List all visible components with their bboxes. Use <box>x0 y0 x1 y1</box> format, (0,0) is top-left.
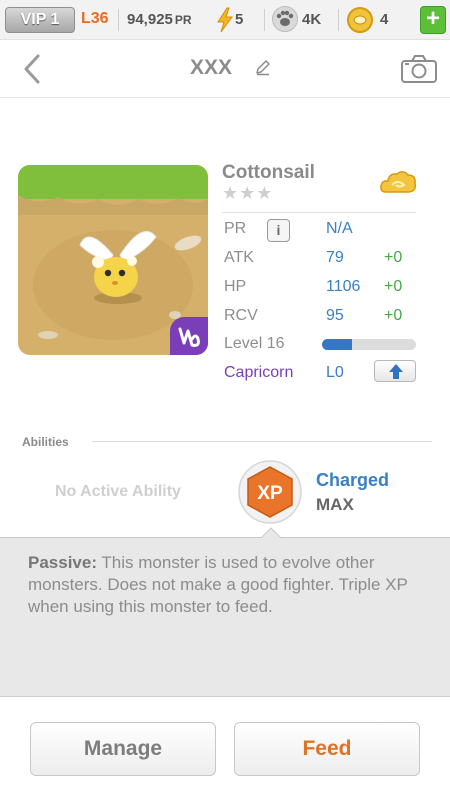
vip-button[interactable]: VIP 1 <box>5 7 75 33</box>
zodiac-badge <box>170 317 208 355</box>
star-rating: ★★★ <box>222 183 274 203</box>
xp-ability-badge[interactable]: XP <box>238 460 302 524</box>
active-ability-text: No Active Ability <box>55 483 181 500</box>
passive-prefix: Passive: <box>28 553 97 572</box>
divider <box>222 212 416 213</box>
stat-bonus-hp: +0 <box>384 278 403 295</box>
paw-icon[interactable] <box>272 6 298 32</box>
pr-value: 94,925 <box>127 11 173 28</box>
charge-title: Charged <box>316 470 390 490</box>
abilities-heading: Abilities <box>22 435 69 449</box>
feed-button[interactable]: Feed <box>234 722 420 776</box>
zodiac-upgrade-button[interactable] <box>374 360 416 382</box>
energy-icon <box>217 7 233 33</box>
capricorn-icon <box>178 327 200 347</box>
zodiac-level: L0 <box>326 364 344 381</box>
edit-pencil-icon[interactable] <box>254 58 272 76</box>
manage-button[interactable]: Manage <box>30 722 216 776</box>
divider <box>338 9 339 31</box>
title-text: XXX <box>189 56 233 79</box>
energy-count: 5 <box>235 11 244 28</box>
add-currency-button[interactable]: + <box>420 6 446 34</box>
monster-name: Cottonsail <box>222 162 315 183</box>
resource-bar: VIP 1 L36 94,925 PR 5 4K 4 + <box>0 0 450 40</box>
monster-detail-screen: VIP 1 L36 94,925 PR 5 4K 4 + XXX Cottons… <box>0 0 450 800</box>
player-level: L36 <box>81 10 109 27</box>
page-title: XXX <box>0 56 450 80</box>
pr-unit: PR <box>174 13 192 27</box>
stat-value-hp: 1106 <box>326 278 361 295</box>
xp-badge-text: XP <box>257 483 283 504</box>
stat-value-rcv: 95 <box>326 307 344 324</box>
level-progress-bar <box>322 339 416 350</box>
charge-value: MAX <box>316 495 354 514</box>
stat-label-hp: HP <box>224 278 247 295</box>
monster-portrait[interactable] <box>18 165 208 355</box>
power-rating: 94,925 PR <box>127 11 192 28</box>
paw-count: 4K <box>302 11 322 28</box>
arrow-up-icon <box>389 364 403 379</box>
page-header: XXX <box>0 40 450 98</box>
stat-value-pr: N/A <box>326 220 353 237</box>
coin-glyph-icon <box>353 15 367 25</box>
stat-bonus-atk: +0 <box>384 249 403 266</box>
divider <box>264 9 265 31</box>
level-label: Level 16 <box>224 335 285 352</box>
zodiac-label: Capricorn <box>224 364 294 381</box>
level-progress-fill <box>322 339 353 350</box>
coin-icon[interactable] <box>347 7 373 33</box>
coin-count: 4 <box>380 11 389 28</box>
stat-value-atk: 79 <box>326 249 344 266</box>
stat-bonus-rcv: +0 <box>384 307 403 324</box>
passive-description-panel: Passive: This monster is used to evolve … <box>0 537 450 697</box>
camera-icon[interactable] <box>400 54 438 84</box>
info-button[interactable]: i <box>267 219 290 242</box>
stat-label-atk: ATK <box>224 249 254 266</box>
stat-label-pr: PR <box>224 220 247 237</box>
panel-pointer-icon <box>260 527 282 539</box>
stat-label-rcv: RCV <box>224 307 258 324</box>
divider <box>118 9 119 31</box>
xp-hexagon-icon: XP <box>238 460 302 524</box>
paw-glyph-icon <box>276 10 294 26</box>
cloud-food-icon[interactable] <box>378 166 418 200</box>
divider <box>92 441 432 442</box>
